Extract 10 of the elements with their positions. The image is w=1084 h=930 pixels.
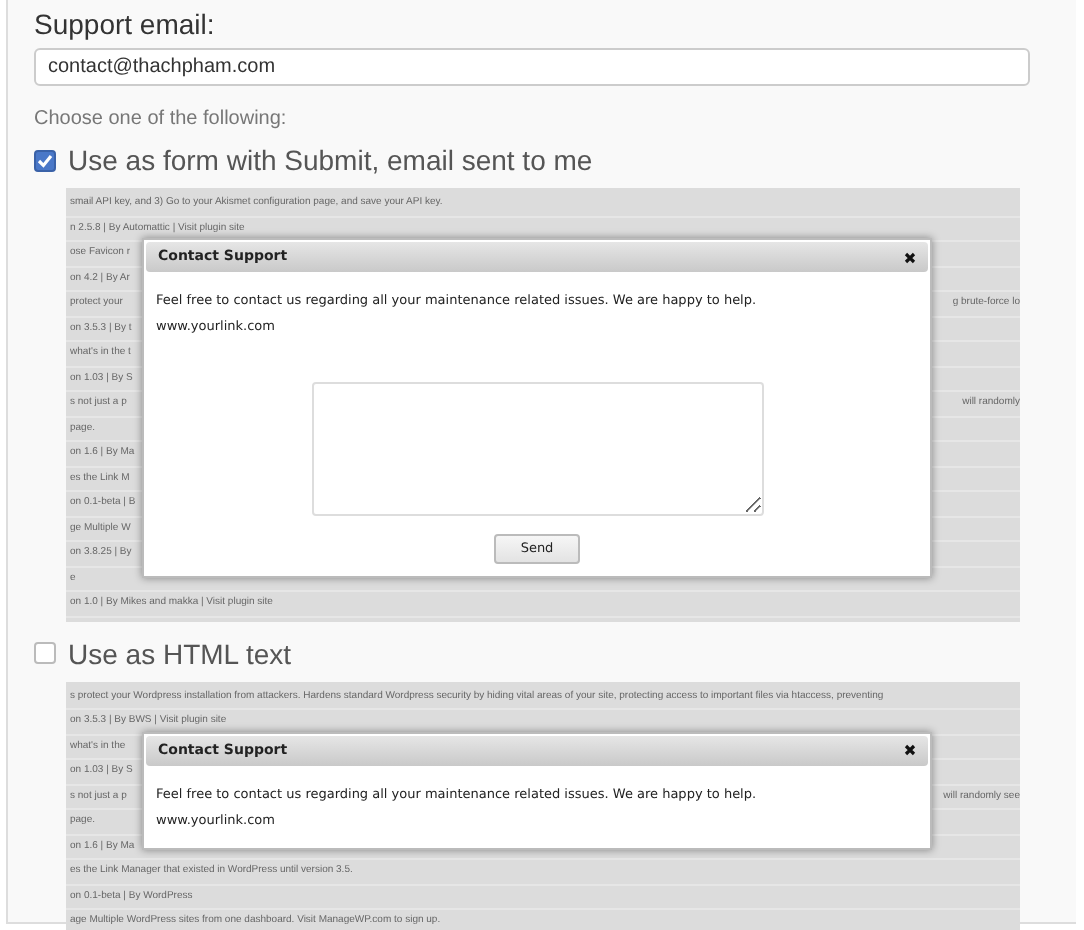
close-icon[interactable] [904, 744, 916, 756]
checkbox[interactable] [34, 642, 56, 664]
checkbox[interactable] [34, 149, 56, 171]
option-label: Use as HTML text [68, 639, 292, 667]
close-icon[interactable] [904, 251, 916, 263]
option-label: Use as form with Submit, email sent to me [68, 146, 593, 174]
field-label: Support email: [34, 8, 217, 40]
support-email-field[interactable]: contact@thachpham.com [34, 48, 1030, 86]
instruction-text: Choose one of the following: [34, 108, 289, 132]
message-field[interactable] [311, 382, 763, 516]
